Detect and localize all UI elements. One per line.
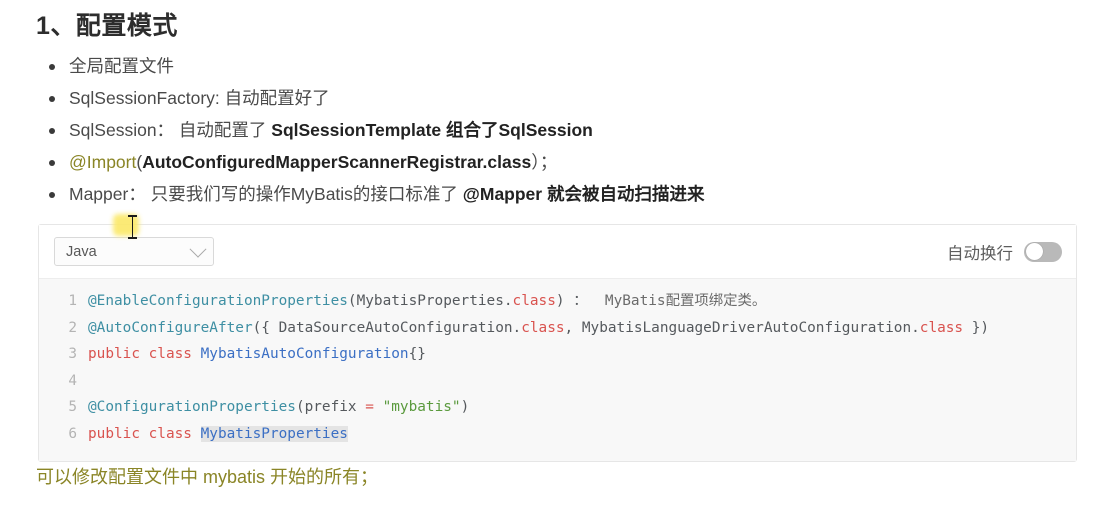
wrap-toggle-group: 自动换行 [947,240,1062,264]
code-token: "mybatis" [382,399,461,415]
language-select-value: Java [66,243,97,260]
code-line: 3 public class MybatisAutoConfiguration{} [39,341,1076,368]
code-token: @ConfigurationProperties [88,399,296,415]
language-select[interactable]: Java [54,237,214,266]
code-line-number: 1 [68,293,77,309]
bullet-text-segment: AutoConfiguredMapperScannerRegistrar.cla… [142,152,532,172]
bullet-item-sqlsessionfactory: SqlSessionFactory: 自动配置好了 [36,82,1076,114]
code-token: @AutoConfigureAfter [88,319,253,336]
code-token: class [521,319,565,336]
code-token: = [365,399,374,415]
code-token: ({ DataSourceAutoConfiguration. [252,319,522,336]
bullet-text-segment: SqlSessionFactory: 自动配置好了 [69,88,330,108]
code-line-content: @AutoConfigureAfter({ DataSourceAutoConf… [88,315,989,342]
code-token-selected: MybatisProperties [200,425,348,442]
code-line-content: public class MybatisProperties [88,421,348,448]
bullet-text-segment: @Mapper 就会被自动扫描进来 [462,184,705,204]
code-line-number: 4 [68,372,77,389]
code-content[interactable]: 1 @EnableConfigurationProperties(MybatisP… [39,278,1076,461]
bullet-item-sqlsession: SqlSession： 自动配置了 SqlSessionTemplate 组合了… [36,114,1076,146]
bullet-text-segment: Mapper： 只要我们写的操作MyBatis的接口标准了 [69,184,463,204]
page-title: 1、配置模式 [36,12,178,40]
code-toolbar: Java 自动换行 [39,225,1076,278]
bullet-text-segment: ）； [531,152,558,172]
code-token: (prefix [295,399,366,415]
bullet-item-import-annotation: @Import(AutoConfiguredMapperScannerRegis… [36,146,1076,178]
code-line: 6 public class MybatisProperties [39,421,1076,448]
code-line-content: @ConfigurationProperties(prefix = "mybat… [88,394,469,421]
code-token: class [919,319,964,336]
code-line-number: 3 [68,346,77,362]
code-token: ) ： [555,293,605,309]
toggle-knob [1025,243,1043,260]
code-line: 5 @ConfigurationProperties(prefix = "myba… [39,394,1076,421]
bullet-text-segment: 全局配置文件 [69,56,174,76]
chevron-down-icon [189,240,207,258]
code-line: 2 @AutoConfigureAfter({ DataSourceAutoCon… [39,315,1076,342]
bullet-text-segment: @Import [69,152,137,172]
code-line-content: public class MybatisAutoConfiguration{} [88,341,426,368]
code-token: , MybatisLanguageDriverAutoConfiguration… [564,319,920,336]
bullet-text-segment: SqlSession： 自动配置了 [69,120,272,140]
bullet-text-segment: SqlSessionTemplate 组合了SqlSession [271,120,593,140]
code-token: MyBatis配置项绑定类。 [604,293,767,309]
code-token: ) [460,399,470,415]
code-token: public class [88,425,201,442]
code-line-content [88,368,97,395]
code-token: (MybatisProperties. [347,293,513,309]
code-line-number: 5 [68,399,77,415]
bullet-item-mapper: Mapper： 只要我们写的操作MyBatis的接口标准了 @Mapper 就会… [36,178,1076,210]
code-line: 1 @EnableConfigurationProperties(MybatisP… [39,288,1076,315]
code-line-number: 2 [68,319,77,336]
wrap-toggle-switch[interactable] [1024,241,1062,262]
bottom-note: 可以修改配置文件中 mybatis 开始的所有； [36,467,379,487]
text-highlight-blob [113,214,139,236]
code-line-content: @EnableConfigurationProperties(MybatisPr… [88,288,766,315]
wrap-toggle-label: 自动换行 [947,244,1013,263]
code-block-card: Java 自动换行 1 @EnableConfigurationPropertie… [38,224,1077,462]
code-token: MybatisAutoConfiguration [200,346,409,362]
code-token: }) [963,319,990,336]
document-page: 1、配置模式 全局配置文件 SqlSessionFactory: 自动配置好了 Sq… [0,0,1117,507]
code-line: 4 [39,368,1076,395]
code-token: {} [408,346,426,362]
code-line-number: 6 [68,425,77,442]
bullet-list: 全局配置文件 SqlSessionFactory: 自动配置好了 SqlSessio… [36,50,1076,210]
bullet-item-global-config-file: 全局配置文件 [36,50,1076,82]
code-token: class [512,293,556,309]
code-token: @EnableConfigurationProperties [88,293,348,309]
code-token: public class [88,346,201,362]
